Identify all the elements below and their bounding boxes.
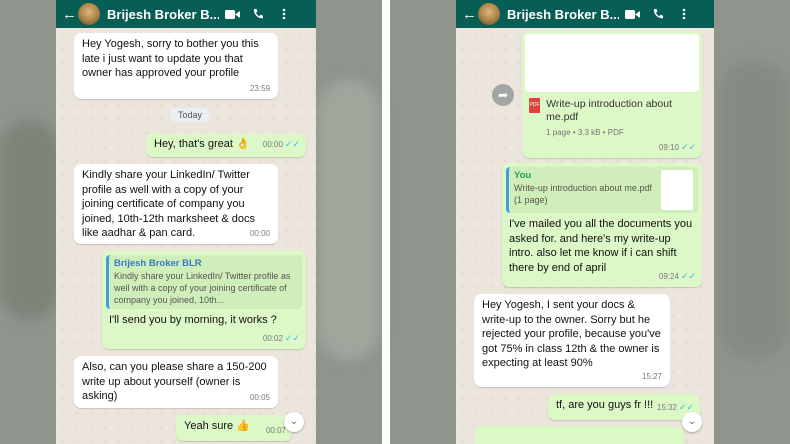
document-preview[interactable] [525, 34, 699, 92]
message-incoming[interactable]: Kindly share your LinkedIn/ Twitter prof… [74, 164, 278, 244]
thumbs-up-emoji: 👍 [236, 420, 250, 432]
chat-screen-left: ← Brijesh Broker B... Hey Yogesh, sorry … [56, 0, 316, 444]
read-ticks-icon: ✓✓ [680, 141, 696, 152]
message-text: Also, can you please share a 150-200 wri… [82, 361, 267, 402]
read-ticks-icon: ✓✓ [678, 401, 694, 412]
message-time: 23:59 [249, 83, 270, 93]
message-time: 00:00 ✓✓ [262, 138, 300, 149]
message-text: I'll send you by morning, it works ? [109, 314, 277, 326]
quote-author: You [514, 170, 532, 181]
message-time: 09:24 ✓✓ [658, 270, 696, 281]
message-outgoing[interactable]: Yeah sure 👍 00:07 [176, 415, 292, 441]
quoted-message[interactable]: Brijesh Broker BLR Kindly share your Lin… [106, 255, 302, 309]
ok-hand-emoji: 👌 [236, 138, 250, 150]
avatar[interactable] [78, 3, 100, 25]
document-meta: 1 page • 3.3 kB • PDF [546, 128, 624, 137]
contact-name[interactable]: Brijesh Broker B... [107, 7, 219, 22]
avatar[interactable] [478, 3, 500, 25]
pdf-file-icon: PDF [529, 98, 541, 113]
image-divider [382, 0, 390, 444]
video-call-icon[interactable] [219, 9, 245, 20]
document-name: Write-up introduction about me.pdf [546, 98, 672, 123]
chat-header: ← Brijesh Broker B... [56, 0, 316, 28]
phone-call-icon[interactable] [245, 8, 271, 20]
more-options-icon[interactable] [271, 8, 297, 20]
message-text: Hey Yogesh, I sent your docs & write-up … [482, 299, 661, 369]
scroll-down-button[interactable]: ⌄ [284, 412, 304, 432]
quote-thumbnail [661, 170, 693, 210]
message-text: Kindly share your LinkedIn/ Twitter prof… [82, 169, 256, 239]
back-arrow-icon[interactable]: ← [62, 6, 77, 23]
message-outgoing-partial[interactable] [474, 426, 684, 444]
message-incoming[interactable]: Hey Yogesh, sorry to bother you this lat… [74, 33, 278, 99]
message-time: 09:10 ✓✓ [658, 141, 696, 152]
message-text: Hey, that's great [154, 138, 233, 150]
document-attachment[interactable]: PDF Write-up introduction about me.pdf 1… [525, 92, 699, 141]
contact-name[interactable]: Brijesh Broker B... [507, 7, 619, 22]
message-time: 00:02 ✓✓ [262, 332, 300, 343]
background-blur [718, 60, 790, 360]
back-arrow-icon[interactable]: ← [462, 6, 477, 23]
message-incoming[interactable]: Hey Yogesh, I sent your docs & write-up … [474, 294, 670, 387]
message-text: I've mailed you all the documents you as… [509, 218, 693, 274]
read-ticks-icon: ✓✓ [284, 332, 300, 343]
scroll-down-button[interactable]: ⌄ [682, 412, 702, 432]
date-separator: Today [170, 108, 211, 122]
forward-icon[interactable]: ➦ [492, 84, 514, 106]
read-ticks-icon: ✓✓ [680, 270, 696, 281]
more-options-icon[interactable] [671, 8, 697, 20]
message-incoming[interactable]: Also, can you please share a 150-200 wri… [74, 356, 278, 408]
phone-call-icon[interactable] [645, 8, 671, 20]
chat-screen-right: ← Brijesh Broker B... ➦ PDF Write-up int… [456, 0, 714, 444]
message-time: 00:07 [265, 425, 286, 435]
message-time: 15:27 [641, 371, 662, 381]
message-text: Hey Yogesh, sorry to bother you this lat… [82, 38, 259, 79]
background-blur [318, 80, 380, 360]
quoted-message[interactable]: You Write-up introduction about me.pdf (… [506, 167, 698, 213]
quote-text: Write-up introduction about me.pdf (1 pa… [514, 183, 652, 205]
message-time: 00:00 [249, 228, 270, 238]
message-outgoing[interactable]: tf, are you guys fr !!! 15:32 ✓✓ [548, 394, 700, 420]
background-blur [0, 120, 60, 320]
message-outgoing-reply[interactable]: You Write-up introduction about me.pdf (… [502, 163, 702, 287]
video-call-icon[interactable] [619, 9, 645, 20]
message-outgoing[interactable]: Hey, that's great 👌 00:00 ✓✓ [146, 133, 306, 157]
quote-text: Kindly share your LinkedIn/ Twitter prof… [114, 271, 291, 305]
read-ticks-icon: ✓✓ [284, 138, 300, 149]
message-outgoing-document[interactable]: PDF Write-up introduction about me.pdf 1… [522, 31, 702, 158]
message-outgoing-reply[interactable]: Brijesh Broker BLR Kindly share your Lin… [102, 251, 306, 349]
chat-header: ← Brijesh Broker B... [456, 0, 714, 28]
message-time: 00:05 [249, 392, 270, 402]
quote-author: Brijesh Broker BLR [114, 258, 202, 269]
message-text: Yeah sure [184, 420, 234, 432]
message-text: tf, are you guys fr !!! [556, 399, 654, 411]
